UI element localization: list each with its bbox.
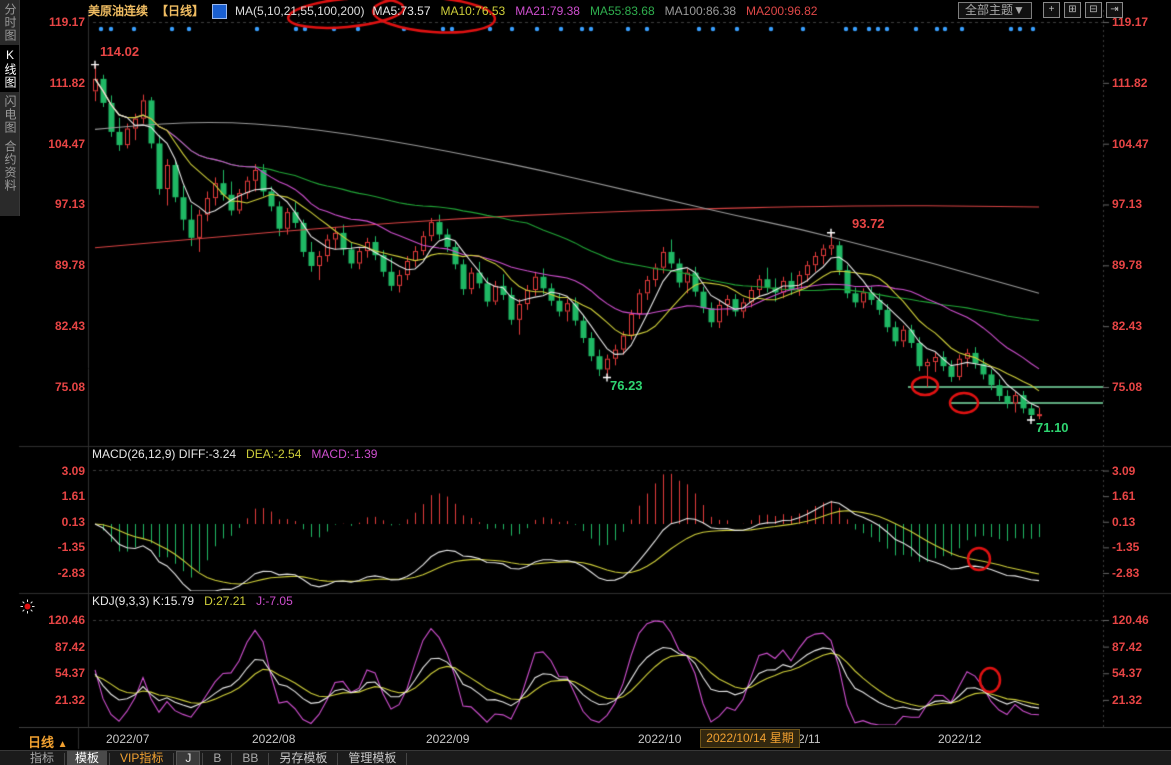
price-axis-left-label-6: 75.08 [29,380,85,394]
kdj-axis-left-label-3: 21.32 [29,693,85,707]
ma-value-5: MA200:96.82 [746,4,817,18]
macd-axis-left-label-0: 3.09 [29,464,85,478]
sidebar-item-0[interactable]: 分时图 [0,0,19,45]
kdj-axis-right-label-0: 120.46 [1112,613,1149,627]
bottom-tab-BB[interactable]: BB [234,751,266,765]
tab-separator [64,753,65,765]
kdj-header-part-0: KDJ(9,3,3) K:15.79 [92,594,194,608]
bottom-tab-模板[interactable]: 模板 [67,751,107,765]
kdj-axis-left-label-2: 54.37 [29,666,85,680]
date-tick-0: 2022/07 [106,732,149,746]
price-axis-left-label-5: 82.43 [29,319,85,333]
macd-axis-left-label-4: -2.83 [29,566,85,580]
period-label[interactable]: 【日线】 [156,4,204,18]
bottom-tab-另存模板[interactable]: 另存模板 [271,751,335,765]
bottom-tab-B[interactable]: B [205,751,229,765]
ma-values: MA5:73.57 MA10:76.53 MA21:79.38 MA55:83.68 M… [372,4,817,18]
kdj-axis-left-label-1: 87.42 [29,640,85,654]
price-axis-left-label-2: 104.47 [29,137,85,151]
zoom-x-icon[interactable]: ⊞ [1064,2,1081,18]
macd-axis-right-label-3: -1.35 [1112,540,1139,554]
ma-value-1: MA10:76.53 [441,4,506,18]
tab-separator [406,753,407,765]
price-axis-right-label-5: 82.43 [1112,319,1142,333]
price-axis-left-label-0: 119.17 [29,15,85,29]
ma-value-4: MA100:86.38 [665,4,736,18]
tab-separator [337,753,338,765]
chart-header: 美原油连续 【日线】 MA(5,10,21,55,100,200) MA5:73… [88,2,817,20]
macd-axis-right-label-4: -2.83 [1112,566,1139,580]
price-tag-3: 71.10 [1036,420,1069,435]
macd-axis-right-label-0: 3.09 [1112,464,1135,478]
price-axis-right-label-6: 75.08 [1112,380,1142,394]
price-axis-left-label-4: 89.78 [29,258,85,272]
price-tag-2: 76.23 [610,378,643,393]
pan-icon[interactable]: + [1043,2,1060,18]
chart-canvas[interactable] [0,0,1171,765]
tab-separator [268,753,269,765]
kdj-header-part-1: D:27.21 [204,594,246,608]
macd-axis-left-label-3: -1.35 [29,540,85,554]
kdj-axis-right-label-2: 54.37 [1112,666,1142,680]
period-indicator[interactable]: 日线 ▲ [28,732,68,751]
price-axis-left-label-3: 97.13 [29,197,85,211]
chart-app: 分时图K线图闪电图合约资料 美原油连续 【日线】 MA(5,10,21,55,1… [0,0,1171,765]
macd-header-part-2: MACD:-1.39 [311,447,377,461]
crosshair-date-label: 2022/10/14 星期五 [700,729,800,748]
window-icons: +⊞⊟⇥ [1043,2,1123,18]
macd-header: MACD(26,12,9) DIFF:-3.24 DEA:-2.54 MACD:-1… [92,447,377,461]
ma-value-3: MA55:83.68 [590,4,655,18]
tab-separator [202,753,203,765]
sidebar-item-2[interactable]: 闪电图 [0,92,19,137]
alert-icon[interactable] [20,599,35,619]
macd-header-part-1: DEA:-2.54 [246,447,301,461]
ma-value-2: MA21:79.38 [515,4,580,18]
ma-value-0: MA5:73.57 [372,4,430,18]
date-tick-2: 2022/09 [426,732,469,746]
sidebar-item-1[interactable]: K线图 [0,45,19,92]
price-tag-1: 93.72 [852,216,885,231]
date-tick-5: 2022/12 [938,732,981,746]
macd-axis-left-label-2: 0.13 [29,515,85,529]
macd-axis-right-label-1: 1.61 [1112,489,1135,503]
kdj-axis-left-label-0: 120.46 [29,613,85,627]
ma-settings[interactable]: MA(5,10,21,55,100,200) [235,4,364,18]
price-axis-right-label-3: 97.13 [1112,197,1142,211]
price-axis-right-label-4: 89.78 [1112,258,1142,272]
price-axis-right-label-2: 104.47 [1112,137,1149,151]
theme-selector-button[interactable]: 全部主题▼ [958,2,1032,19]
bottom-tab-管理模板[interactable]: 管理模板 [340,751,404,765]
macd-axis-right-label-2: 0.13 [1112,515,1135,529]
date-tick-1: 2022/08 [252,732,295,746]
date-tick-3: 2022/10 [638,732,681,746]
kdj-header-part-2: J:-7.05 [256,594,293,608]
bottom-tab-指标[interactable]: 指标 [22,751,62,765]
kdj-axis-right-label-1: 87.42 [1112,640,1142,654]
price-tag-0: 114.02 [100,44,139,59]
bottom-tab-J[interactable]: J [176,751,200,765]
kdj-header: KDJ(9,3,3) K:15.79 D:27.21 J:-7.05 [92,594,293,608]
collapse-panel-icon[interactable]: ⇥ [1106,2,1123,18]
bottom-tab-VIP指标[interactable]: VIP指标 [112,751,171,765]
price-axis-right-label-1: 111.82 [1112,76,1147,90]
price-axis-left-label-1: 111.82 [29,76,85,90]
bottom-tab-bar: 指标模板VIP指标JBBB另存模板管理模板 [0,750,1171,765]
kdj-axis-right-label-3: 21.32 [1112,693,1142,707]
tab-separator [109,753,110,765]
tab-separator [231,753,232,765]
macd-axis-left-label-1: 1.61 [29,489,85,503]
sidebar: 分时图K线图闪电图合约资料 [0,0,20,216]
chart-type-icon[interactable] [212,4,227,19]
tab-separator [173,753,174,765]
zoom-y-icon[interactable]: ⊟ [1085,2,1102,18]
sidebar-item-3[interactable]: 合约资料 [0,137,19,195]
date-axis-divider [19,727,1171,728]
macd-header-part-0: MACD(26,12,9) DIFF:-3.24 [92,447,236,461]
symbol-name: 美原油连续 [88,4,148,18]
